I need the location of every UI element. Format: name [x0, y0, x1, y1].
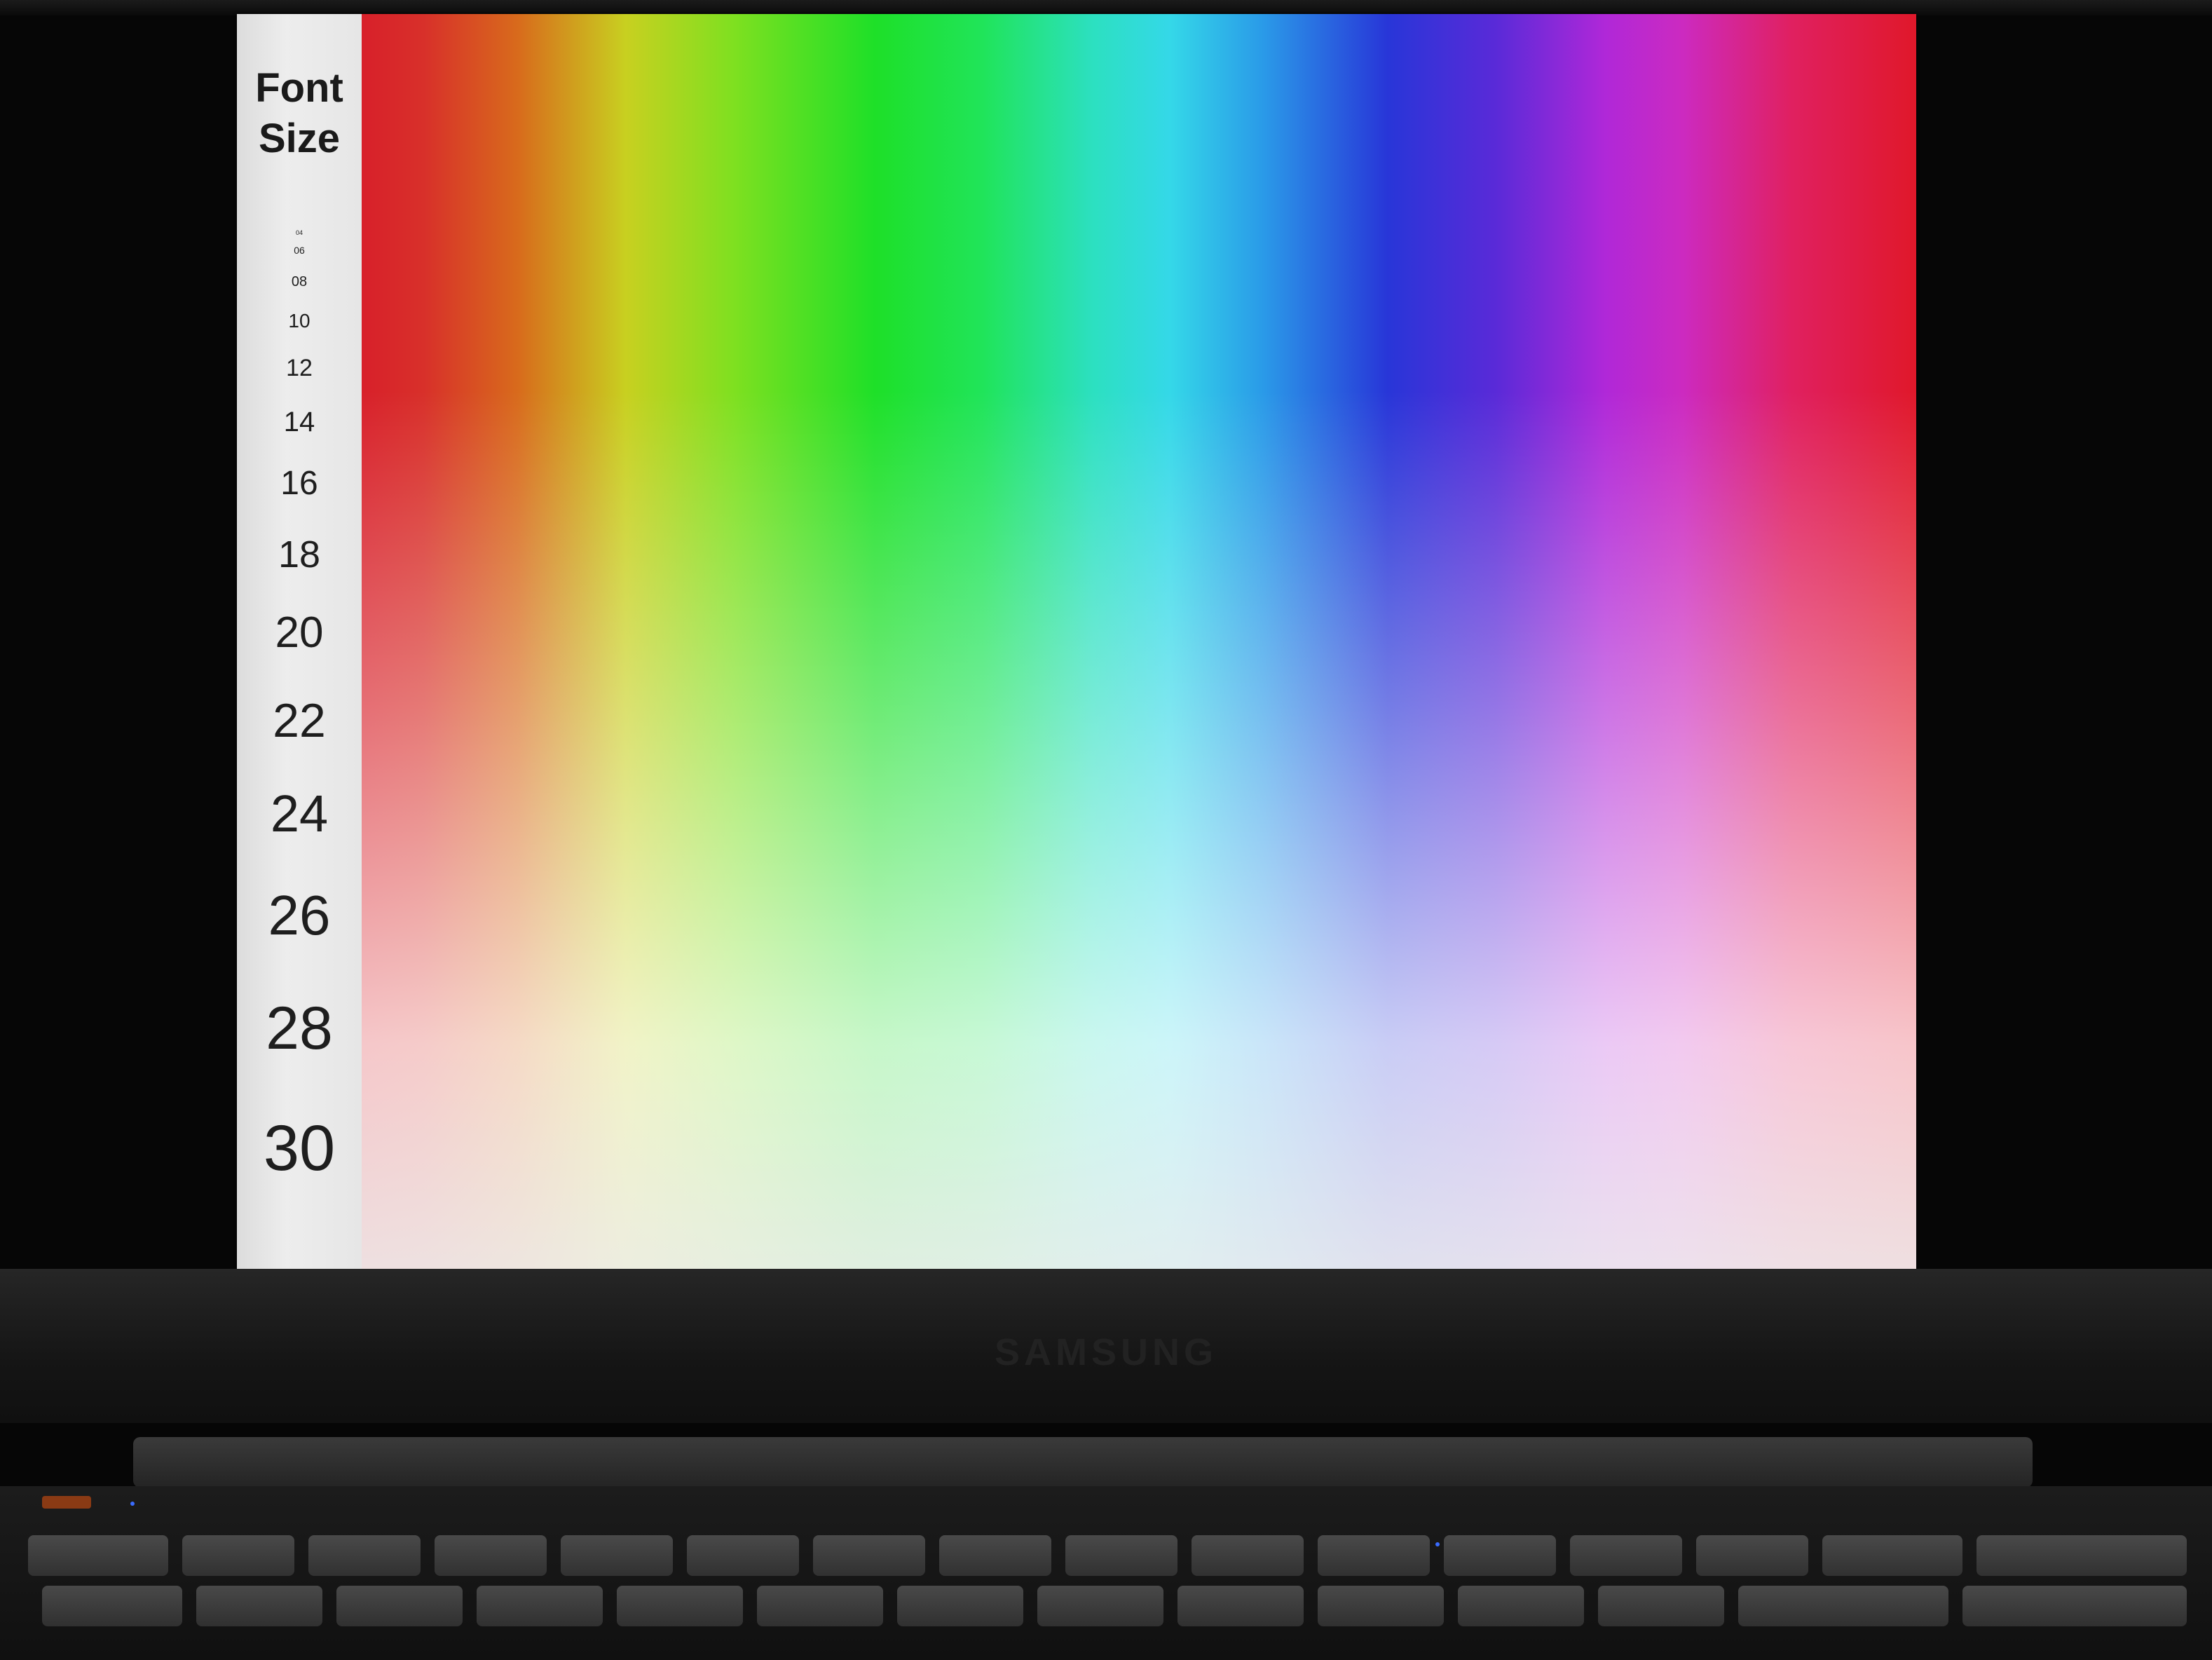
keyboard-key	[1962, 1586, 2187, 1626]
keyboard-key	[1977, 1535, 2187, 1576]
keyboard-key	[1318, 1586, 1444, 1626]
font-size-label: 16	[280, 465, 318, 502]
laptop-hinge	[133, 1437, 2033, 1488]
status-led-icon	[130, 1502, 135, 1506]
photo-scene: Font Size 04 06 08 10 12 14 16 18 20 22 …	[0, 0, 2212, 1660]
font-size-label: 28	[266, 995, 333, 1062]
color-spectrum-gradient	[362, 14, 1916, 1269]
font-size-label: 20	[275, 608, 324, 657]
font-size-label: 12	[286, 355, 313, 381]
screen-bezel-top	[0, 0, 2212, 15]
font-size-label: 04	[295, 229, 303, 236]
font-size-label: 30	[263, 1113, 336, 1184]
keyboard-key	[42, 1586, 182, 1626]
keyboard-key	[1065, 1535, 1177, 1576]
keyboard-key	[1318, 1535, 1430, 1576]
keyboard-key	[1822, 1535, 1962, 1576]
keyboard-key	[617, 1586, 743, 1626]
keyboard-key	[1192, 1535, 1304, 1576]
font-size-label: 08	[291, 274, 308, 290]
keyboard-key	[1696, 1535, 1808, 1576]
keyboard-key	[435, 1535, 547, 1576]
font-size-sidebar: Font Size 04 06 08 10 12 14 16 18 20 22 …	[237, 14, 362, 1269]
font-size-label: 06	[294, 245, 305, 256]
keyboard-key	[897, 1586, 1023, 1626]
laptop-screen: Font Size 04 06 08 10 12 14 16 18 20 22 …	[237, 14, 1916, 1269]
font-size-label: 18	[278, 533, 321, 576]
keyboard-key	[308, 1535, 421, 1576]
keyboard-key	[1037, 1586, 1163, 1626]
keyboard-key	[477, 1586, 603, 1626]
keyboard-key	[1598, 1586, 1724, 1626]
keyboard-key	[561, 1535, 673, 1576]
keyboard-key	[1177, 1586, 1304, 1626]
font-size-label: 14	[283, 407, 315, 437]
keyboard-key	[28, 1535, 168, 1576]
keyboard-key	[1458, 1586, 1584, 1626]
keyboard-key	[196, 1586, 322, 1626]
keyboard-key	[813, 1535, 925, 1576]
keyboard-key	[757, 1586, 883, 1626]
keyboard-key	[182, 1535, 294, 1576]
keyboard-key	[1738, 1586, 1948, 1626]
brand-logo: SAMSUNG	[994, 1331, 1217, 1373]
font-size-label: 22	[273, 694, 326, 747]
sidebar-title: Font Size	[237, 63, 362, 164]
keyboard-key	[1444, 1535, 1556, 1576]
font-size-label: 10	[288, 310, 310, 332]
keyboard-key	[1570, 1535, 1682, 1576]
power-indicator-icon	[42, 1496, 91, 1509]
keyboard-key	[939, 1535, 1051, 1576]
font-size-label: 26	[268, 884, 331, 946]
keyboard-key	[687, 1535, 799, 1576]
font-size-label: 24	[270, 784, 329, 843]
sidebar-title-line2: Size	[258, 116, 341, 161]
status-led-icon	[1435, 1542, 1440, 1546]
sidebar-title-line1: Font	[255, 65, 343, 111]
keyboard-key	[336, 1586, 463, 1626]
